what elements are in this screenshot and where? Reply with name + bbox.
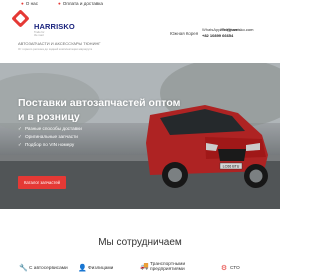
partner-label: СТО xyxy=(230,266,240,272)
phone-link[interactable]: +82 10899 66654 xyxy=(202,33,233,38)
check-icon: ✓ xyxy=(18,142,22,147)
benefit-label: Оригинальные запчасти xyxy=(24,134,78,139)
partner-label: Физлицами xyxy=(88,266,114,272)
check-icon: ✓ xyxy=(18,134,22,139)
benefit-label: Разные способы доставки xyxy=(24,126,82,131)
contacts-block: WhatsApp/Telegram info@harrisko.com +82 … xyxy=(202,27,253,38)
bullet-icon: ● xyxy=(21,1,24,6)
benefit-item: ✓ Подбор по VIN номеру xyxy=(18,141,82,149)
person-icon: 👤 xyxy=(78,265,87,272)
truck-icon: 🚚 xyxy=(140,263,149,271)
top-bar: ● О нас ● Оплата и доставка xyxy=(0,0,280,9)
hero-title-line1: Поставки автозапчастей оптом xyxy=(18,97,181,109)
benefit-label: Подбор по VIN номеру xyxy=(24,142,75,147)
benefit-item: ✓ Оригинальные запчасти xyxy=(18,133,82,141)
partner-label: Транспортными предприятиями xyxy=(150,262,186,273)
logo-mark-icon xyxy=(11,9,30,28)
bullet-icon: ● xyxy=(58,1,61,6)
wrench-icon: 🔧 xyxy=(19,265,28,272)
check-icon: ✓ xyxy=(18,126,22,131)
gear-icon: ⚙ xyxy=(220,265,228,272)
site-subtagline: От горного региона до задней комплектаци… xyxy=(18,47,93,51)
hero-title-line2: и в розницу xyxy=(18,110,80,123)
nav-about-label[interactable]: О нас xyxy=(26,1,38,6)
region-label: Южная Корея xyxy=(170,31,199,36)
logo-text: HARRISKO xyxy=(34,22,75,31)
email-link[interactable]: info@harrisko.com xyxy=(220,27,253,32)
logo[interactable]: HARRISKO Trade for the road xyxy=(11,9,75,37)
benefit-item: ✓ Разные способы доставки xyxy=(18,125,82,133)
logo-slogan: Trade for the road xyxy=(34,31,45,37)
hero-title: Поставки автозапчастей оптом и в розницу xyxy=(18,97,188,124)
partner-item-autoservice: 🔧 С автосервисами xyxy=(19,265,68,273)
partners-list: 🔧 С автосервисами 👤 Физлицами 🚚 Транспор… xyxy=(0,262,280,280)
nav-about[interactable]: ● О нас xyxy=(21,1,38,6)
nav-payment[interactable]: ● Оплата и доставка xyxy=(58,1,103,6)
cooperation-title: Мы сотрудничаем xyxy=(98,237,182,248)
site-tagline: АВТОЗАПЧАСТИ И АКСЕССУАРЫ ТЮНИНГ xyxy=(18,41,101,46)
partner-item-sto: ⚙ СТО xyxy=(220,265,240,273)
partner-item-individuals: 👤 Физлицами xyxy=(78,265,113,273)
partner-label: С автосервисами xyxy=(29,266,68,272)
nav-payment-label[interactable]: Оплата и доставка xyxy=(63,1,103,6)
parts-catalog-button[interactable]: Каталог запчастей xyxy=(18,176,66,189)
partner-item-transport: 🚚 Транспортными предприятиями xyxy=(140,262,210,273)
hero-benefits-list: ✓ Разные способы доставки ✓ Оригинальные з… xyxy=(18,125,82,149)
